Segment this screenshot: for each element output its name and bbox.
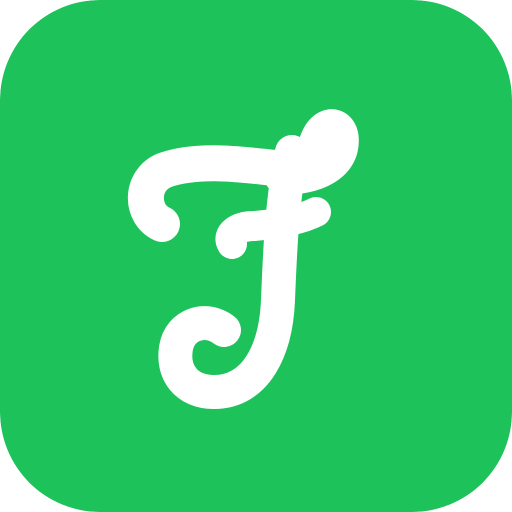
script-f-logo-icon [0,0,512,512]
app-icon[interactable] [0,0,512,512]
icon-background [0,0,512,512]
